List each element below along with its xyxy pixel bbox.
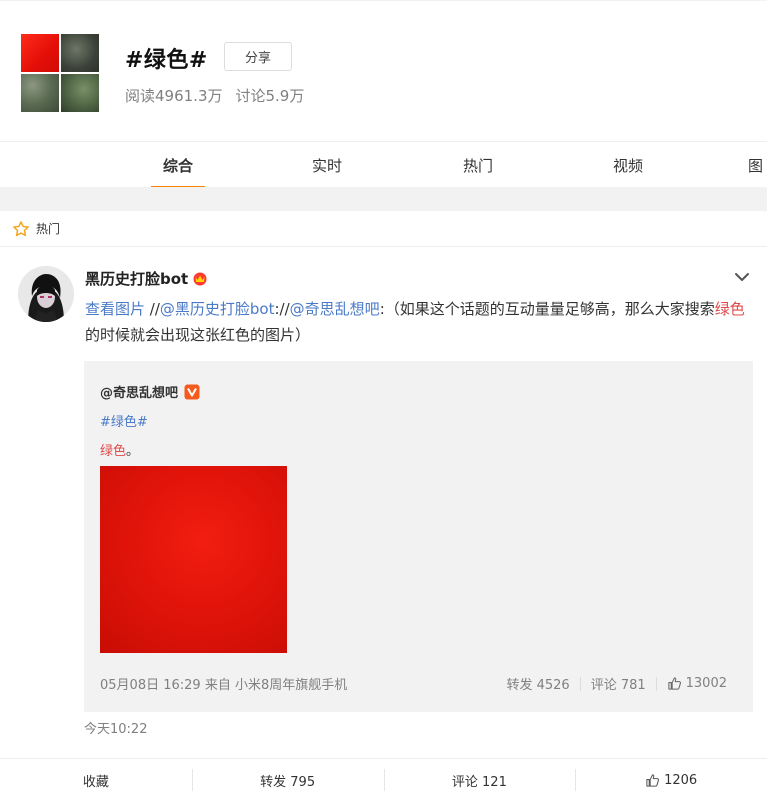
comment-button[interactable]: 评论 121 <box>383 759 576 800</box>
topic-header: #绿色# 分享 阅读4961.3万 讨论5.9万 <box>0 0 767 140</box>
post-action-bar: 收藏 转发 795 评论 121 1206 <box>0 758 767 800</box>
repost-card[interactable]: @奇思乱想吧 #绿色# 绿色。 05月08日 16:29 来自 小米8周年旗舰手… <box>84 361 753 712</box>
post-text: 查看图片 //@黑历史打脸bot://@奇思乱想吧:（如果这个话题的互动量量足够… <box>85 296 745 348</box>
repost-meta: 05月08日 16:29 来自 小米8周年旗舰手机 <box>100 678 348 693</box>
cover-tile-red <box>21 34 59 72</box>
divider <box>655 676 657 691</box>
tab-images[interactable]: 图 <box>748 142 767 188</box>
forward-button[interactable]: 转发 795 <box>191 759 384 800</box>
post-body-2: 的时候就会出现这张红色的图片） <box>85 326 311 344</box>
repost-text: 绿色。 <box>100 440 139 459</box>
repost-hashtag[interactable]: #绿色# <box>100 411 148 430</box>
divider <box>579 676 581 691</box>
avatar[interactable] <box>18 266 74 322</box>
repost-author-name[interactable]: @奇思乱想吧 <box>100 386 178 401</box>
section-label: 热门 <box>36 222 61 236</box>
favorite-label: 收藏 <box>82 774 109 790</box>
avatar-portrait-icon <box>18 266 74 322</box>
topic-stats: 阅读4961.3万 讨论5.9万 <box>125 85 304 106</box>
post-timestamp: 今天10:22 <box>84 722 148 737</box>
chevron-down-icon[interactable] <box>733 268 751 286</box>
repost-like-count[interactable]: 13002 <box>686 676 727 691</box>
section-divider <box>0 187 767 211</box>
mention-link-1[interactable]: @黑历史打脸bot <box>160 300 275 318</box>
topic-title: #绿色# <box>125 48 208 73</box>
repost-highlight: 绿色 <box>100 444 127 459</box>
post-author[interactable]: 黑历史打脸bot <box>85 268 208 289</box>
verified-badge-icon <box>184 384 200 400</box>
post-highlight: 绿色 <box>714 300 745 318</box>
post-author-name[interactable]: 黑历史打脸bot <box>85 270 188 288</box>
cover-tile-dark <box>61 34 99 72</box>
cover-tile-tree <box>61 74 99 112</box>
favorite-button[interactable]: 收藏 <box>0 759 192 800</box>
like-button[interactable]: 1206 <box>575 759 767 800</box>
tab-hot[interactable]: 热门 <box>451 142 505 188</box>
mention-link-2[interactable]: @奇思乱想吧 <box>290 300 380 318</box>
post-body-1: :（如果这个话题的互动量量足够高，那么大家搜索 <box>379 300 715 318</box>
tab-video[interactable]: 视频 <box>601 142 655 188</box>
repost-text-end: 。 <box>126 444 140 459</box>
repost-actions: 转发 4526 评论 781 13002 <box>506 674 727 693</box>
weibo-topic-page: #绿色# 分享 阅读4961.3万 讨论5.9万 综合 实时 热门 视频 图 热门 <box>0 0 767 800</box>
hot-section-header: 热门 <box>0 211 767 247</box>
post-sep-1: // <box>145 300 160 318</box>
topic-tabs: 综合 实时 热门 视频 图 <box>0 141 767 188</box>
repost-author[interactable]: @奇思乱想吧 <box>100 382 200 401</box>
crown-badge-icon <box>193 272 207 286</box>
repost-forward-count[interactable]: 转发 4526 <box>506 674 569 693</box>
thumbs-up-icon[interactable] <box>667 676 682 691</box>
share-button[interactable]: 分享 <box>224 42 292 71</box>
repost-comment-count[interactable]: 评论 781 <box>591 674 646 693</box>
tab-realtime[interactable]: 实时 <box>300 142 354 188</box>
star-icon <box>13 220 29 236</box>
post-sep-2: :// <box>274 300 290 318</box>
thumbs-up-icon <box>646 773 660 787</box>
comment-label: 评论 121 <box>451 774 507 790</box>
view-image-link[interactable]: 查看图片 <box>85 300 145 318</box>
cover-tile-moss <box>21 74 59 112</box>
forward-label: 转发 795 <box>260 774 316 790</box>
red-image[interactable] <box>100 466 287 653</box>
discussion-count: 讨论5.9万 <box>235 87 305 105</box>
tab-comprehensive[interactable]: 综合 <box>151 142 205 188</box>
like-count: 1206 <box>664 772 698 788</box>
topic-cover-image <box>21 34 99 112</box>
read-count: 阅读4961.3万 <box>125 87 223 105</box>
